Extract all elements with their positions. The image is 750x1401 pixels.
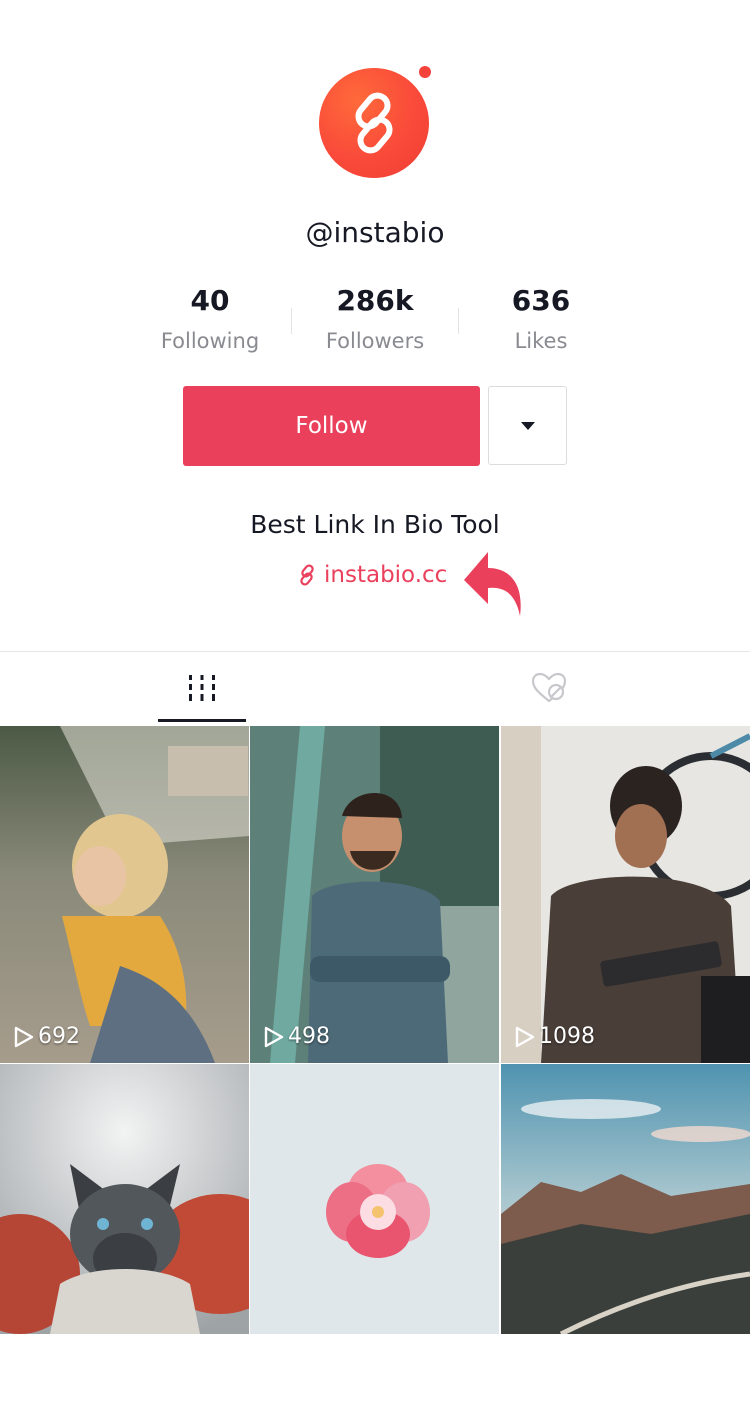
thumbnail-image [250,1064,499,1334]
avatar[interactable] [319,68,429,178]
follow-button[interactable]: Follow [183,386,480,466]
view-count-text: 692 [38,1024,80,1049]
thumbnail-image [0,726,249,1063]
hidden-heart-icon [531,672,567,703]
likes-count: 636 [511,284,571,317]
thumbnail-image [501,1064,750,1337]
notification-dot [419,66,431,78]
tab-liked[interactable] [424,652,674,724]
video-thumbnail[interactable] [501,1064,750,1401]
video-thumbnail[interactable]: 498 [250,726,499,1063]
thumbnail-image [250,726,499,1063]
view-count-text: 498 [288,1024,330,1049]
followers-count: 286k [336,284,414,317]
stats-row: 40 Following 286k Followers 636 Likes [0,284,750,364]
username: @instabio [305,216,445,249]
following-count: 40 [190,284,230,317]
stat-likes[interactable]: 636 Likes [456,284,626,353]
video-thumbnail[interactable]: 692 [0,726,249,1063]
active-tab-indicator [158,719,246,722]
bio-link[interactable]: instabio.cc [296,558,447,592]
grid-bars-icon [189,675,215,701]
play-icon [515,1026,535,1047]
video-thumbnail[interactable] [250,1064,499,1401]
chain-link-icon [355,92,393,154]
avatar-wrapper[interactable] [319,66,431,178]
bio-text: Best Link In Bio Tool [250,510,500,539]
stat-following[interactable]: 40 Following [125,284,295,353]
tab-videos[interactable] [77,652,327,724]
thumbnail-image [0,1064,249,1334]
view-count: 1098 [515,1024,595,1049]
caret-down-icon [520,421,535,430]
following-label: Following [160,329,260,353]
play-icon [264,1026,284,1047]
view-count: 692 [14,1024,80,1049]
thumbnail-image [501,726,750,1063]
video-thumbnail[interactable]: 1098 [501,726,750,1063]
view-count-text: 1098 [539,1024,595,1049]
followers-label: Followers [325,329,425,353]
view-count: 498 [264,1024,330,1049]
likes-label: Likes [514,329,568,353]
video-thumbnail[interactable] [0,1064,249,1401]
stat-followers[interactable]: 286k Followers [290,284,460,353]
curved-arrow-icon [464,552,521,616]
link-icon [300,564,314,586]
play-icon [14,1026,34,1047]
more-options-button[interactable] [488,386,567,465]
bio-link-text: instabio.cc [324,562,448,588]
